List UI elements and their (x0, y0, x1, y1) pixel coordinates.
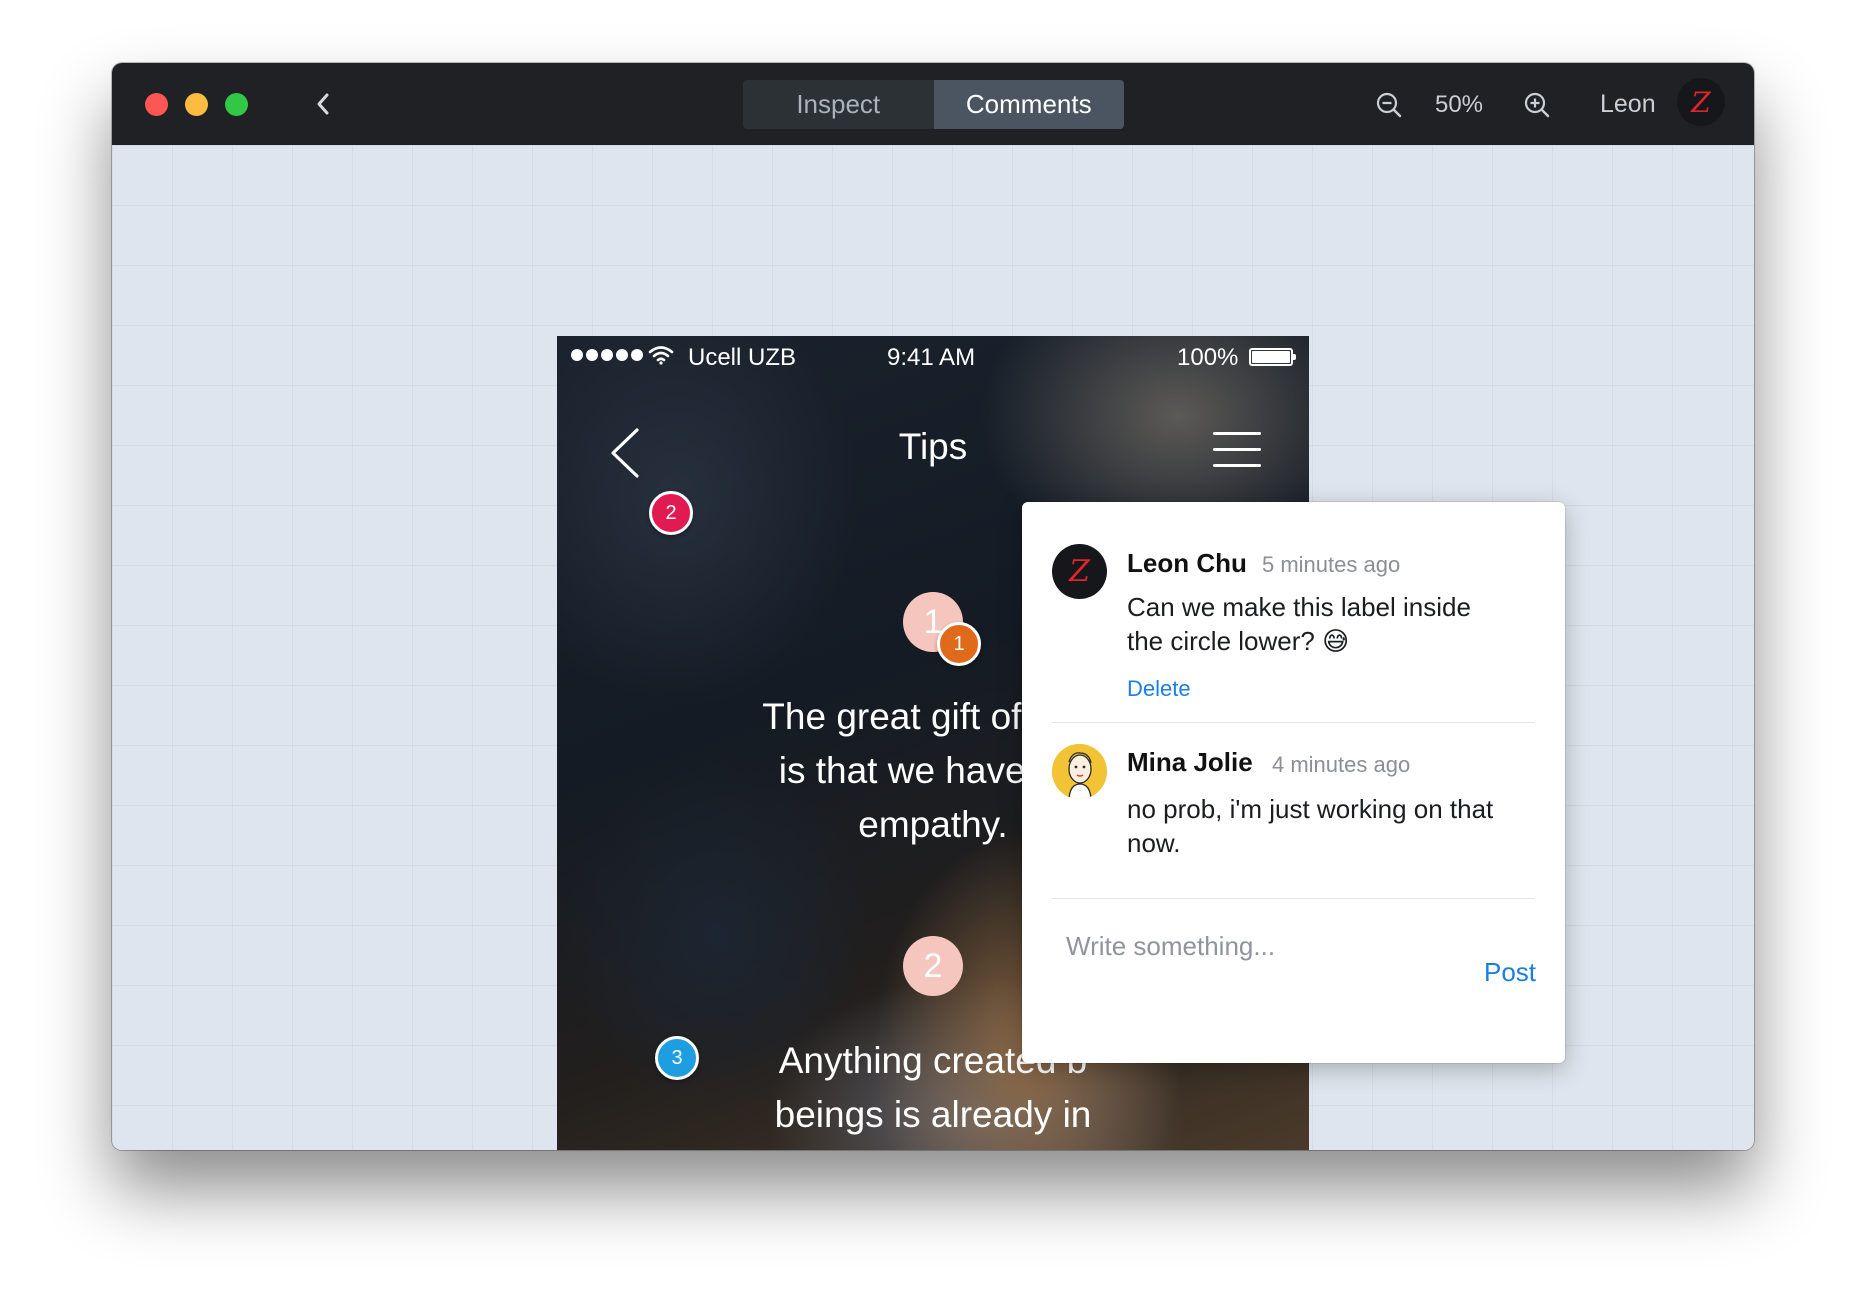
titlebar: Inspect Comments 50% Leon Z (112, 63, 1754, 145)
comment-text: no prob, i'm just working on that now. (1127, 792, 1557, 860)
avatar: Z (1052, 544, 1107, 599)
zoom-out-icon (1376, 92, 1402, 118)
quote-line: book of nature. (557, 1142, 1309, 1150)
divider (1052, 722, 1535, 723)
avatar-letter: Z (1691, 85, 1711, 119)
avatar (1052, 744, 1107, 799)
comment-pin[interactable]: 3 (655, 1036, 699, 1080)
comment-author: Mina Jolie (1127, 747, 1253, 777)
divider (1052, 898, 1535, 899)
user-portrait-icon (1052, 744, 1107, 799)
chevron-left-icon (317, 93, 329, 115)
nav-title: Tips (898, 426, 968, 467)
user-avatar[interactable]: Z (1677, 78, 1725, 126)
back-button[interactable] (308, 89, 338, 119)
comment-pin[interactable]: 2 (649, 491, 693, 535)
minimize-window-button[interactable] (185, 93, 208, 116)
zoom-in-icon (1524, 92, 1550, 118)
reply-input[interactable] (1066, 926, 1466, 966)
battery-percent: 100% (1177, 344, 1239, 371)
carrier-name: Ucell UZB (688, 344, 797, 371)
comment-pin-active[interactable]: 1 (937, 622, 981, 666)
status-time: 9:41 AM (887, 344, 976, 371)
status-bar: Ucell UZB 9:41 AM 100% (557, 336, 1309, 376)
zoom-out-button[interactable] (1375, 91, 1403, 119)
comment-text: Can we make this label inside the circle… (1127, 590, 1547, 658)
close-window-button[interactable] (145, 93, 168, 116)
app-window: Inspect Comments 50% Leon Z Ucell UZB 9:… (112, 63, 1754, 1150)
tab-comments[interactable]: Comments (933, 80, 1124, 129)
zoom-in-button[interactable] (1523, 91, 1551, 119)
quote-line: beings is already in (774, 1094, 1092, 1135)
view-segmented-control: Inspect Comments (743, 80, 1124, 129)
tab-inspect[interactable]: Inspect (743, 80, 934, 129)
user-name[interactable]: Leon (1600, 90, 1656, 119)
comment-thread-popover: Z Leon Chu 5 minutes ago Can we make thi… (1022, 502, 1565, 1063)
comment-text-line: now. (1127, 828, 1181, 858)
comment-text-line: Can we make this label inside (1127, 592, 1471, 622)
comment-text-line: the circle lower? 😅 (1127, 626, 1350, 656)
battery-icon (1249, 348, 1296, 366)
menu-icon[interactable] (1213, 432, 1261, 472)
avatar-letter: Z (1069, 554, 1090, 589)
zoom-level: 50% (1434, 91, 1484, 118)
wifi-icon (648, 346, 674, 365)
comment-author: Leon Chu (1127, 548, 1247, 578)
signal-strength-icon (571, 349, 643, 361)
maximize-window-button[interactable] (225, 93, 248, 116)
comment-text-line: no prob, i'm just working on that (1127, 794, 1494, 824)
design-canvas[interactable]: Ucell UZB 9:41 AM 100% Tips 1 The great … (112, 145, 1754, 1150)
delete-comment-link[interactable]: Delete (1127, 676, 1191, 702)
comment-time: 5 minutes ago (1262, 552, 1401, 577)
post-button[interactable]: Post (1484, 957, 1536, 988)
step-number-circle: 2 (903, 936, 963, 996)
comment-time: 4 minutes ago (1272, 752, 1411, 777)
